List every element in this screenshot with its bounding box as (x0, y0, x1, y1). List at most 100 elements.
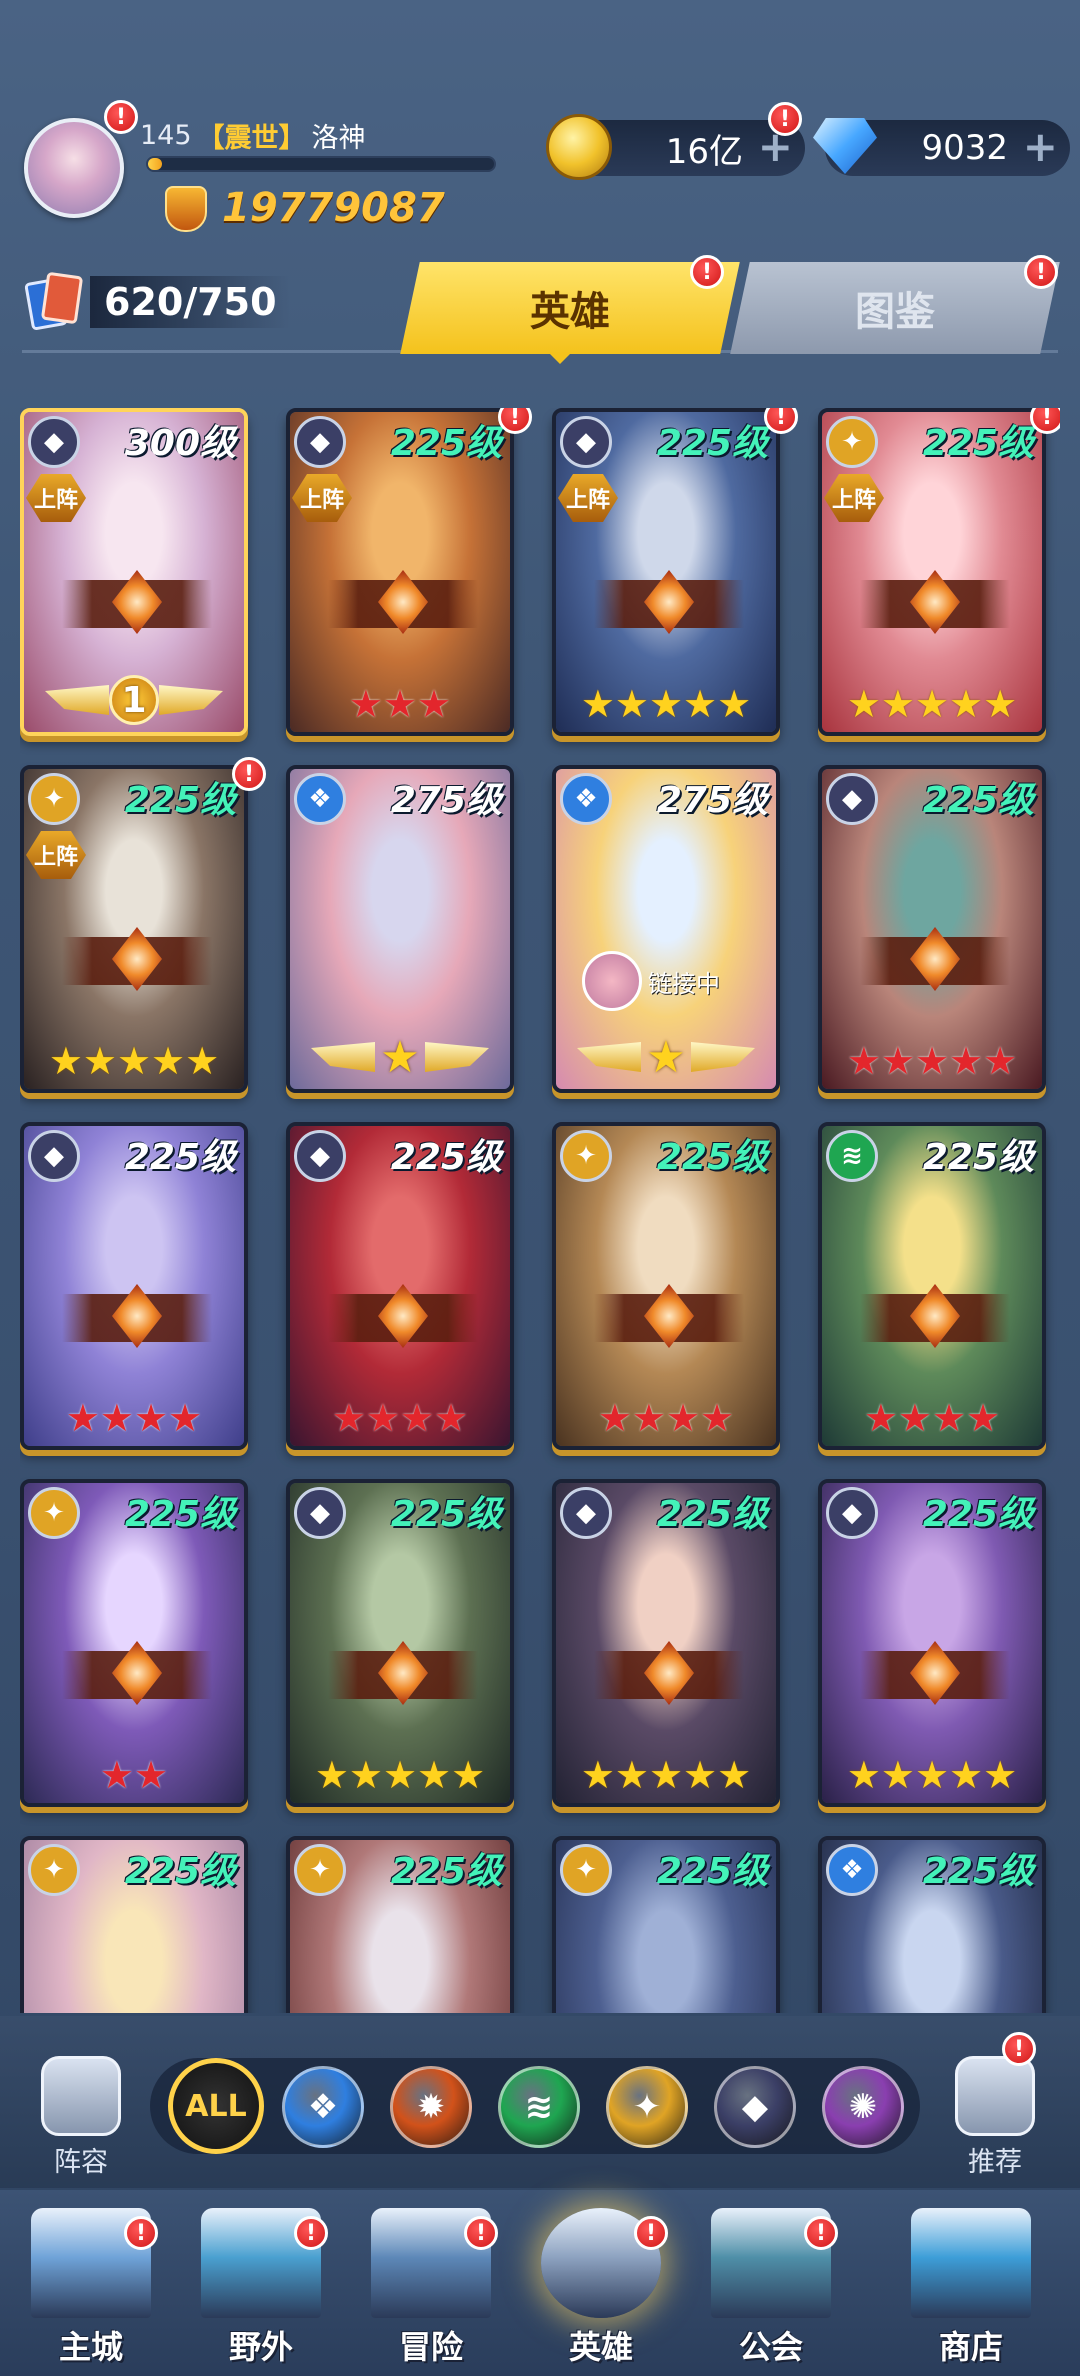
xp-bar-fill (148, 158, 162, 170)
hero-card[interactable]: ◆ 225级 上阵 ★★★ (286, 408, 514, 736)
hero-card[interactable]: ✦ 225级 ★★★★ (552, 1122, 780, 1450)
filter-arcane-icon[interactable]: ✺ (822, 2066, 904, 2148)
hero-level: 225级 (124, 1137, 236, 1178)
hero-card[interactable]: ◆ 225级 ★★★★★ (552, 1479, 780, 1807)
hero-card[interactable]: ✦ 225级 (20, 1836, 248, 2013)
hero-class-emblem (328, 1651, 478, 1699)
filter-water-icon[interactable]: ❖ (282, 2066, 364, 2148)
light-element-icon: ✦ (28, 1487, 80, 1539)
hero-class-emblem (594, 580, 744, 628)
hero-level: 225级 (656, 423, 768, 464)
dark-element-icon: ◆ (560, 416, 612, 468)
tab-album-alert: ! (1024, 255, 1058, 289)
nav-guild[interactable]: 公会! (696, 2208, 846, 2373)
hero-count: 620/750 (90, 276, 290, 328)
recommend-button[interactable]: 推荐 (950, 2056, 1040, 2178)
nav-portal[interactable]: 野外! (186, 2208, 336, 2373)
player-name: 洛神 (311, 122, 366, 154)
hero-card[interactable]: ❖ 275级 ★ (286, 765, 514, 1093)
tab-heroes-alert: ! (690, 255, 724, 289)
hero-alert-badge: ! (232, 757, 266, 791)
top-bar: ! 145 【震世】 洛神 19779087 16亿 + ! 9032 + 62… (0, 0, 1080, 380)
hero-card[interactable]: ✦ 225级 上阵 ★★★★★ (20, 765, 248, 1093)
hero-card[interactable]: ✦ 225级 (286, 1836, 514, 2013)
hero-card[interactable]: ◆ 225级 ★★★★★ (286, 1479, 514, 1807)
nav-alert-badge: ! (634, 2216, 668, 2250)
star-rating: ★★★★★ (48, 1039, 220, 1083)
nav-shop[interactable]: 商店 (896, 2208, 1046, 2373)
nav-label: 商店 (938, 2328, 1003, 2366)
nav-alert-badge: ! (294, 2216, 328, 2250)
hero-card[interactable]: ✦ 225级 ★★ (20, 1479, 248, 1807)
hero-class-emblem (860, 580, 1010, 628)
shield-icon (41, 2056, 121, 2136)
awaken-star-icon: ★ (646, 1031, 686, 1083)
shop-icon (911, 2208, 1031, 2318)
hero-card[interactable]: ✦ 225级 (552, 1836, 780, 2013)
hero-card[interactable]: ◆ 225级 ★★★★★ (818, 1479, 1046, 1807)
lineup-button[interactable]: 阵容 (36, 2056, 126, 2178)
hero-card[interactable]: ❖ 275级 ★ 链接中 (552, 765, 780, 1093)
hero-card[interactable]: ❖ 225级 (818, 1836, 1046, 2013)
star-rating: ★★★★ (597, 1396, 735, 1440)
tab-album[interactable]: 图鉴 (730, 262, 1060, 354)
gem-resource[interactable]: 9032 + (813, 118, 1070, 176)
light-element-icon: ✦ (28, 1844, 80, 1896)
gold-resource[interactable]: 16亿 + (546, 114, 805, 180)
star-rating: ★★★★★ (580, 682, 752, 726)
hero-card[interactable]: ◆ 225级 ★★★★ (20, 1122, 248, 1450)
nav-knight[interactable]: 英雄! (526, 2208, 676, 2373)
link-status: 链接中 (582, 951, 720, 1011)
star-rating: ★★★★ (331, 1396, 469, 1440)
hero-card[interactable]: ≋ 225级 ★★★★ (818, 1122, 1046, 1450)
hero-class-emblem (62, 1294, 212, 1342)
hero-card[interactable]: ◆ 225级 ★★★★ (286, 1122, 514, 1450)
hero-class-emblem (594, 1651, 744, 1699)
awaken-wings-icon: ★ (576, 1031, 756, 1083)
hero-level: 225级 (390, 1851, 502, 1892)
hero-class-emblem (860, 937, 1010, 985)
filter-wind-icon[interactable]: ≋ (498, 2066, 580, 2148)
hero-level: 225级 (656, 1851, 768, 1892)
hero-level: 225级 (922, 1137, 1034, 1178)
nav-alert-badge: ! (804, 2216, 838, 2250)
recommend-label: 推荐 (968, 2147, 1022, 2178)
tab-heroes-label: 英雄 (530, 289, 610, 335)
tab-heroes[interactable]: 英雄 (400, 262, 740, 354)
star-rating: ★★★★★ (314, 1753, 486, 1797)
filter-dark-icon[interactable]: ◆ (714, 2066, 796, 2148)
water-element-icon: ❖ (826, 1844, 878, 1896)
player-avatar[interactable] (24, 118, 124, 218)
hero-card[interactable]: ✦ 225级 上阵 ★★★★★ (818, 408, 1046, 736)
hero-class-emblem (62, 580, 212, 628)
hero-class-emblem (62, 1651, 212, 1699)
hero-card[interactable]: ◆ 225级 上阵 ★★★★★ (552, 408, 780, 736)
filter-light-icon[interactable]: ✦ (606, 2066, 688, 2148)
hero-level: 300级 (124, 423, 236, 464)
hero-level: 225级 (124, 780, 236, 821)
link-status-label: 链接中 (648, 969, 720, 998)
thumbs-up-icon (955, 2056, 1035, 2136)
nav-label: 主城 (58, 2328, 123, 2366)
nav-castle[interactable]: 主城! (16, 2208, 166, 2373)
player-title: 【震世】 (197, 122, 306, 154)
light-element-icon: ✦ (560, 1844, 612, 1896)
water-element-icon: ❖ (294, 773, 346, 825)
recommend-alert: ! (1002, 2032, 1036, 2066)
filter-fire-icon[interactable]: ✹ (390, 2066, 472, 2148)
player-level: 145 (140, 119, 192, 151)
star-rating: ★★★★★ (846, 1753, 1018, 1797)
hero-card[interactable]: ◆ 225级 ★★★★★ (818, 765, 1046, 1093)
dark-element-icon: ◆ (28, 416, 80, 468)
filter-all-button[interactable]: ALL (168, 2058, 264, 2154)
nav-sword[interactable]: 冒险! (356, 2208, 506, 2373)
add-gem-button[interactable]: + (1023, 126, 1058, 168)
awaken-level: 1 (109, 675, 159, 725)
combat-power-value: 19779087 (222, 185, 445, 231)
lineup-label: 阵容 (54, 2147, 108, 2178)
hero-level: 225级 (390, 423, 502, 464)
gold-coin-icon (546, 114, 612, 180)
hero-class-emblem (62, 937, 212, 985)
hero-card[interactable]: ◆ 300级 上阵 1 (20, 408, 248, 736)
light-element-icon: ✦ (28, 773, 80, 825)
